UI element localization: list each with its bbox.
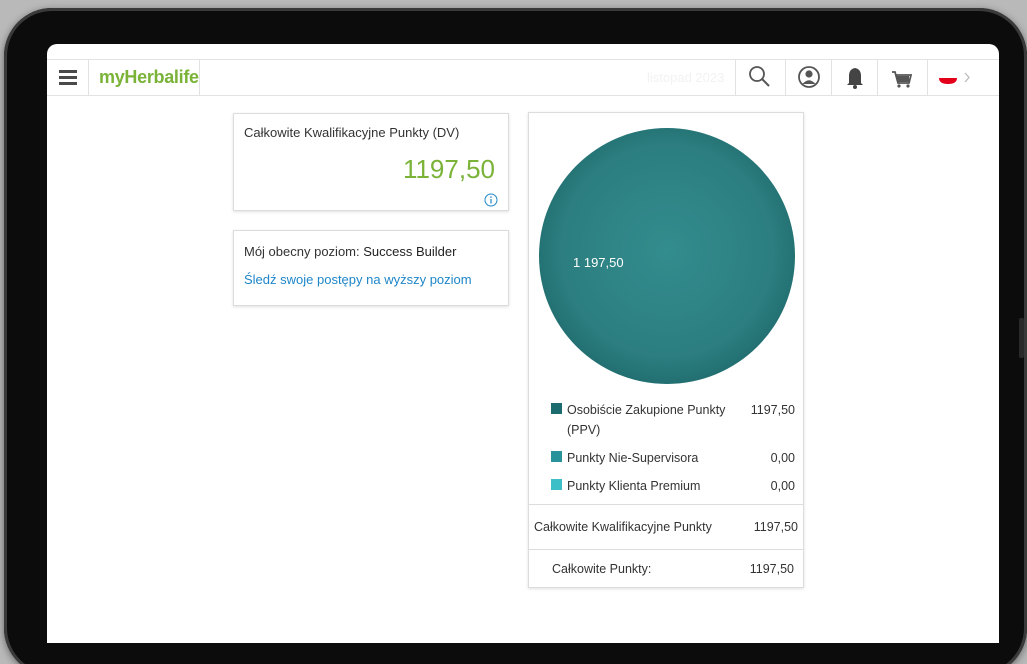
points-chart-card: 1 197,50 Osobiście Zakupione Punkty (PPV… [528, 112, 804, 588]
menu-icon[interactable] [47, 60, 89, 95]
qualifying-points-card: Całkowite Kwalifikacyjne Punkty (DV) 119… [233, 113, 509, 211]
app-screen: myHerbalife listopad 2023 Całkowite Kwal… [47, 44, 999, 643]
qualifying-points-title: Całkowite Kwalifikacyjne Punkty (DV) [244, 125, 460, 140]
info-icon[interactable] [484, 193, 498, 207]
cart-button[interactable] [877, 60, 927, 95]
legend-label-premium-customer: Punkty Klienta Premium [567, 479, 701, 493]
track-progress-link[interactable]: Śledź swoje postępy na wyższy poziom [244, 272, 472, 287]
total-points-value: 1197,50 [749, 562, 794, 576]
current-level-line: Mój obecny poziom: Success Builder [244, 244, 456, 259]
tablet-side-button [1019, 318, 1024, 358]
legend-label-ppv: Osobiście Zakupione Punkty (PPV) [567, 403, 726, 437]
legend-swatch-premium-customer [551, 479, 562, 490]
account-button[interactable] [785, 60, 831, 95]
pie-data-label: 1 197,50 [573, 255, 624, 270]
current-level-name: Success Builder [363, 244, 457, 259]
cart-icon [892, 71, 913, 88]
search-button[interactable] [735, 60, 785, 95]
total-points-row: Całkowite Punkty: 1197,50 [529, 549, 803, 587]
user-icon [798, 66, 820, 88]
bell-icon [847, 68, 863, 89]
legend-value-ppv: 1197,50 [750, 403, 795, 417]
legend-value-premium-customer: 0,00 [770, 479, 795, 493]
legend-item-ppv: Osobiście Zakupione Punkty (PPV) 1197,50 [551, 400, 797, 448]
legend-swatch-ppv [551, 403, 562, 414]
language-selector[interactable] [927, 60, 999, 95]
legend-swatch-non-supervisor [551, 451, 562, 462]
legend-label-non-supervisor: Punkty Nie-Supervisora [567, 451, 699, 465]
chart-legend: Osobiście Zakupione Punkty (PPV) 1197,50… [551, 400, 797, 500]
total-qualifying-value: 1197,50 [753, 520, 798, 534]
total-qualifying-row: Całkowite Kwalifikacyjne Punkty 1197,50 [529, 504, 803, 549]
qualifying-points-value: 1197,50 [402, 154, 495, 184]
legend-item-premium-customer: Punkty Klienta Premium 0,00 [551, 476, 797, 500]
app-logo[interactable]: myHerbalife [89, 60, 200, 95]
notifications-button[interactable] [831, 60, 877, 95]
pie-chart: 1 197,50 [537, 121, 797, 396]
legend-value-non-supervisor: 0,00 [770, 451, 795, 465]
legend-item-non-supervisor: Punkty Nie-Supervisora 0,00 [551, 448, 797, 476]
top-navigation-bar: myHerbalife listopad 2023 [47, 59, 999, 96]
total-qualifying-label: Całkowite Kwalifikacyjne Punkty [534, 520, 712, 534]
search-icon [749, 66, 770, 87]
current-period-label: listopad 2023 [647, 70, 725, 85]
current-level-card: Mój obecny poziom: Success Builder Śledź… [233, 230, 509, 306]
current-level-prefix: Mój obecny poziom: [244, 244, 360, 259]
flag-icon [939, 72, 970, 84]
total-points-label: Całkowite Punkty: [552, 562, 652, 576]
